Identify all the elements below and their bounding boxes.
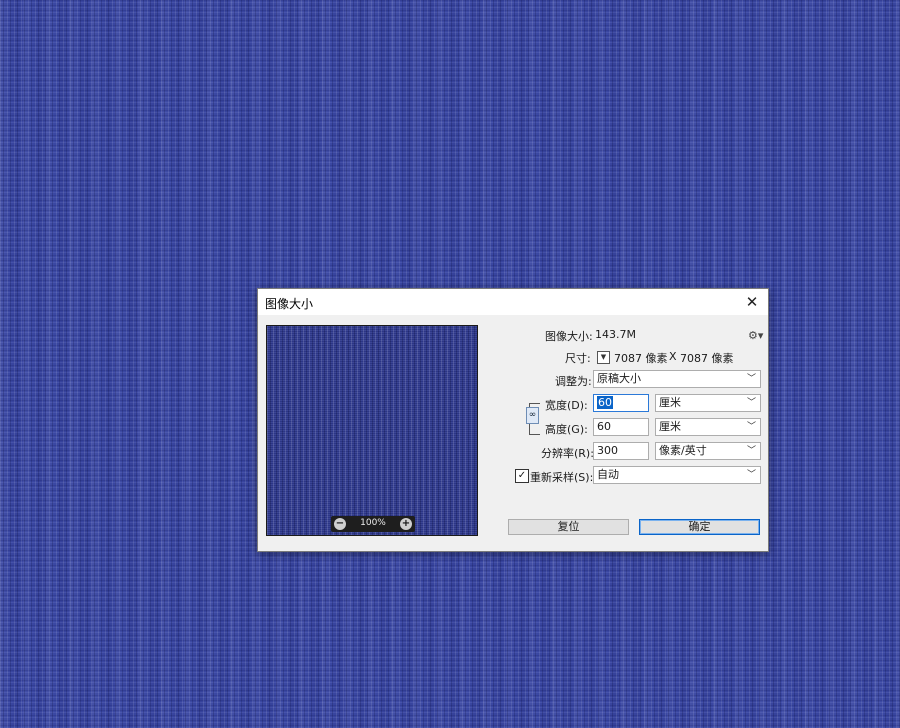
width-field[interactable]: 60 <box>593 394 649 412</box>
close-icon[interactable]: ✕ <box>736 289 768 315</box>
zoom-out-icon[interactable]: − <box>334 518 346 530</box>
chevron-down-icon: ﹀ <box>746 446 756 456</box>
dimensions-height: 7087 像素 <box>680 352 734 365</box>
chevron-down-icon: ﹀ <box>746 374 756 384</box>
width-label: 宽度(D): <box>545 399 588 412</box>
dimensions-x: X <box>669 350 677 363</box>
zoom-in-icon[interactable]: + <box>400 518 412 530</box>
resolution-unit-select[interactable]: 像素/英寸 ﹀ <box>655 442 761 460</box>
resample-checkbox[interactable]: ✓ <box>515 469 529 483</box>
resolution-unit: 像素/英寸 <box>659 444 707 457</box>
height-unit-select[interactable]: 厘米 ﹀ <box>655 418 761 436</box>
resample-select[interactable]: 自动 ﹀ <box>593 466 761 484</box>
zoom-level: 100% <box>360 518 386 528</box>
image-size-value: 143.7M <box>595 328 636 341</box>
width-value: 60 <box>597 396 613 409</box>
image-size-dialog: 图像大小 ✕ − 100% + 图像大小: 143.7M ⚙▾ 尺寸: ▼ 70… <box>257 288 769 552</box>
chevron-down-icon: ﹀ <box>746 422 756 432</box>
dimensions-dropdown-icon[interactable]: ▼ <box>597 351 610 364</box>
ok-button-label: 确定 <box>688 520 711 533</box>
resolution-label: 分辨率(R): <box>541 447 594 460</box>
reset-button-label: 复位 <box>557 520 580 533</box>
zoom-control: − 100% + <box>331 516 415 532</box>
resample-label: 重新采样(S): <box>530 471 594 484</box>
reset-button[interactable]: 复位 <box>508 519 629 535</box>
gear-icon[interactable]: ⚙▾ <box>748 329 763 342</box>
ok-button[interactable]: 确定 <box>639 519 760 535</box>
fit-to-label: 调整为: <box>555 375 592 388</box>
dialog-titlebar: 图像大小 ✕ <box>258 289 768 315</box>
fit-to-value: 原稿大小 <box>597 372 641 385</box>
resample-value: 自动 <box>597 468 619 481</box>
height-field[interactable]: 60 <box>593 418 649 436</box>
link-icon[interactable]: ∞ <box>526 407 539 424</box>
resolution-value: 300 <box>597 444 618 457</box>
dialog-title: 图像大小 <box>265 297 314 311</box>
width-unit: 厘米 <box>659 396 681 409</box>
image-size-label: 图像大小: <box>545 330 593 343</box>
height-label: 高度(G): <box>545 423 588 436</box>
width-unit-select[interactable]: 厘米 ﹀ <box>655 394 761 412</box>
resolution-field[interactable]: 300 <box>593 442 649 460</box>
dimensions-label: 尺寸: <box>565 352 591 365</box>
height-value: 60 <box>597 420 611 433</box>
fit-to-select[interactable]: 原稿大小 ﹀ <box>593 370 761 388</box>
image-preview[interactable]: − 100% + <box>266 325 478 536</box>
height-unit: 厘米 <box>659 420 681 433</box>
chevron-down-icon: ﹀ <box>746 398 756 408</box>
chevron-down-icon: ﹀ <box>746 470 756 480</box>
dimensions-width: 7087 像素 <box>614 352 668 365</box>
